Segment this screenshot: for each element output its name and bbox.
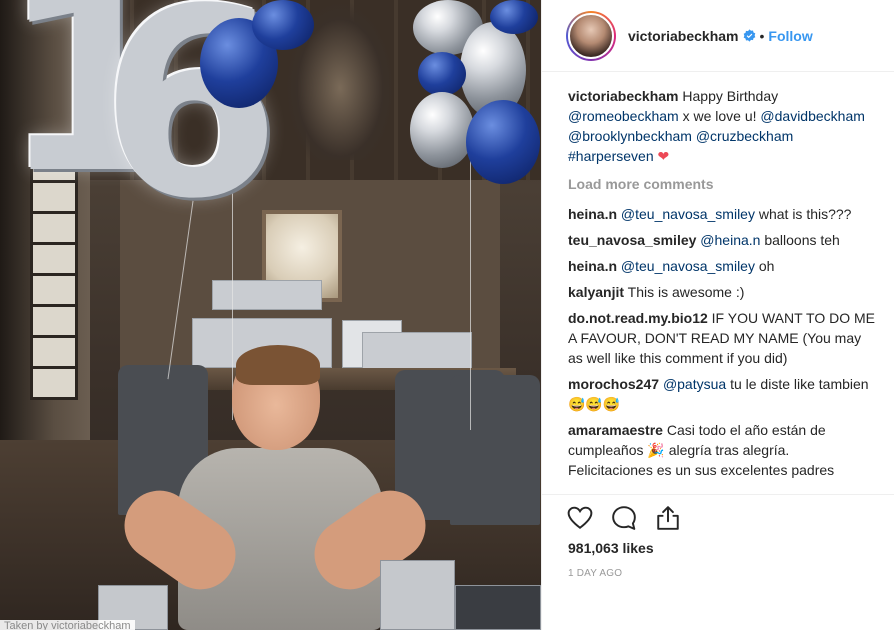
balloon-blue [418, 52, 466, 96]
balloon-blue [466, 100, 540, 184]
like-button[interactable] [566, 504, 594, 532]
post-caption: victoriabeckham Happy Birthday @romeobec… [568, 86, 878, 166]
comment-button[interactable] [610, 504, 638, 532]
comment-username[interactable]: heina.n [568, 206, 617, 222]
comment-bubble-icon [612, 506, 636, 530]
balloon-string [470, 150, 471, 430]
comment-username[interactable]: morochos247 [568, 376, 659, 392]
post-side-panel: victoriabeckham • Follow victoriabeckham… [541, 0, 894, 630]
tagged-label: Taken by victoriabeckham [0, 620, 135, 630]
share-icon [657, 506, 679, 530]
verified-badge-icon [743, 29, 756, 42]
gift-box [362, 332, 472, 370]
gift-box [212, 280, 322, 310]
caption-mention[interactable]: @brooklynbeckham [568, 128, 692, 144]
caption-mention[interactable]: @davidbeckham [760, 108, 865, 124]
heart-emoji-icon: ❤ [657, 148, 670, 164]
comment-item: heina.n @teu_navosa_smiley what is this?… [568, 204, 878, 224]
avatar-story-ring[interactable] [566, 10, 616, 61]
photo-person-hair [236, 345, 320, 385]
photo-chair [450, 375, 540, 525]
comment-username[interactable]: do.not.read.my.bio12 [568, 310, 708, 326]
caption-mention[interactable]: @romeobeckham [568, 108, 679, 124]
balloon-blue [490, 0, 538, 34]
comment-mention[interactable]: @teu_navosa_smiley [621, 206, 755, 222]
share-button[interactable] [654, 504, 682, 532]
comment-text: balloons teh [760, 232, 840, 248]
caption-text: Happy Birthday [678, 88, 779, 104]
caption-hashtag[interactable]: #harperseven [568, 148, 654, 164]
header-separator: • [759, 27, 765, 44]
caption-mention[interactable]: @cruzbeckham [696, 128, 793, 144]
comment-item: do.not.read.my.bio12 IF YOU WANT TO DO M… [568, 308, 878, 368]
likes-count[interactable]: 981,063 likes [568, 540, 654, 556]
comment-username[interactable]: amaramaestre [568, 422, 663, 438]
comment-text: what is this??? [754, 206, 852, 222]
post-actions [566, 502, 876, 534]
comment-mention[interactable]: @teu_navosa_smiley [621, 258, 755, 274]
comment-username[interactable]: heina.n [568, 258, 617, 274]
comment-item: kalyanjit This is awesome :) [568, 282, 878, 302]
post-photo[interactable]: 1 6 Taken by victoriabeckham [0, 0, 541, 630]
comment-username[interactable]: teu_navosa_smiley [568, 232, 696, 248]
avatar[interactable] [568, 12, 614, 59]
comment-item: morochos247 @patysua tu le diste like ta… [568, 374, 878, 414]
heart-icon [567, 506, 593, 529]
balloon-blue [252, 0, 314, 50]
gift-box [455, 585, 541, 630]
balloon-silver [410, 92, 474, 168]
comment-mention[interactable]: @heina.n [700, 232, 760, 248]
gift-box [380, 560, 455, 630]
header-username[interactable]: victoriabeckham [628, 28, 739, 44]
caption-text: x we love u! [678, 108, 761, 124]
comment-text: oh [754, 258, 775, 274]
comment-mention[interactable]: @patysua [663, 376, 726, 392]
photo-gift-pile [192, 280, 482, 370]
follow-button[interactable]: Follow [768, 28, 812, 44]
comment-item: heina.n @teu_navosa_smiley oh [568, 256, 878, 276]
load-more-comments-button[interactable]: Load more comments [568, 174, 878, 194]
comment-item: teu_navosa_smiley @heina.n balloons teh [568, 230, 878, 250]
comment-item: amaramaestre Casi todo el año están de c… [568, 420, 878, 480]
comment-username[interactable]: kalyanjit [568, 284, 624, 300]
actions-divider [542, 494, 894, 495]
comments-list[interactable]: victoriabeckham Happy Birthday @romeobec… [568, 86, 878, 493]
post-timestamp: 1 DAY AGO [568, 568, 623, 578]
caption-username[interactable]: victoriabeckham [568, 88, 679, 104]
comment-text: This is awesome :) [624, 284, 745, 300]
post-header: victoriabeckham • Follow [542, 0, 894, 72]
